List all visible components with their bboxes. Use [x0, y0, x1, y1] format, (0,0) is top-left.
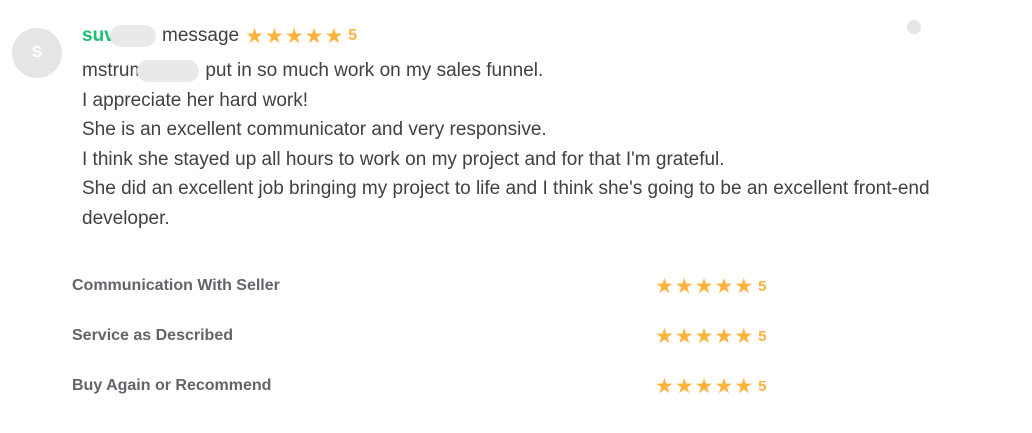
review-line: I think she stayed up all hours to work … [82, 148, 725, 170]
review-line: She did an excellent job bringing my pro… [82, 178, 930, 229]
review-header: suvi message ★ ★ ★ ★ ★ 5 [82, 22, 357, 50]
star-icon: ★ [674, 374, 694, 398]
star-icon: ★ [694, 324, 714, 348]
review-text: mstrum put in so much work on my sales fu… [82, 56, 1022, 233]
sub-rating-value: 5 [758, 327, 767, 345]
star-icon: ★ [694, 274, 714, 298]
sub-rating-label: Service as Described [72, 327, 233, 344]
review-line: mstrum put in so much work on my sales fu… [82, 56, 1022, 86]
header-label: message [162, 25, 240, 46]
mentioned-user: mstrum [82, 60, 146, 81]
star-icon: ★ [734, 374, 754, 398]
star-icon: ★ [714, 324, 734, 348]
sub-rating-stars: ★ ★ ★ ★ ★ [655, 376, 754, 397]
sub-rating-label: Communication With Seller [72, 277, 280, 294]
sub-rating-row: Communication With Seller ★ ★ ★ ★ ★ 5 [72, 268, 812, 304]
sub-rating-value: 5 [758, 277, 767, 295]
sub-ratings: Communication With Seller ★ ★ ★ ★ ★ 5 Se… [72, 268, 812, 418]
star-icon: ★ [655, 374, 674, 398]
star-icon: ★ [714, 274, 734, 298]
star-icon: ★ [734, 324, 754, 348]
star-icon: ★ [674, 274, 694, 298]
star-icon: ★ [655, 324, 674, 348]
star-icon: ★ [734, 274, 754, 298]
sub-rating-label: Buy Again or Recommend [72, 377, 272, 394]
sub-rating-row: Buy Again or Recommend ★ ★ ★ ★ ★ 5 [72, 368, 812, 404]
more-options-icon[interactable] [907, 20, 921, 34]
star-icon: ★ [714, 374, 734, 398]
review-line: She is an excellent communicator and ver… [82, 119, 547, 140]
star-icon: ★ [264, 24, 284, 48]
star-icon: ★ [655, 274, 674, 298]
sub-rating-value: 5 [758, 377, 767, 395]
overall-rating-stars: ★ ★ ★ ★ ★ [245, 26, 344, 47]
avatar-initial: S [31, 44, 43, 61]
sub-rating-stars: ★ ★ ★ ★ ★ [655, 276, 754, 297]
star-icon: ★ [284, 24, 304, 48]
redacted-mention [137, 59, 200, 82]
star-icon: ★ [324, 24, 344, 48]
redacted-username [110, 25, 157, 47]
overall-rating-value: 5 [348, 27, 358, 44]
review-line-text: put in so much work on my sales funnel. [205, 60, 544, 81]
star-icon: ★ [674, 324, 694, 348]
star-icon: ★ [304, 24, 324, 48]
sub-rating-stars: ★ ★ ★ ★ ★ [655, 326, 754, 347]
avatar[interactable]: S [12, 28, 62, 78]
sub-rating-row: Service as Described ★ ★ ★ ★ ★ 5 [72, 318, 812, 354]
star-icon: ★ [694, 374, 714, 398]
star-icon: ★ [245, 24, 264, 48]
review-line: I appreciate her hard work! [82, 89, 309, 111]
